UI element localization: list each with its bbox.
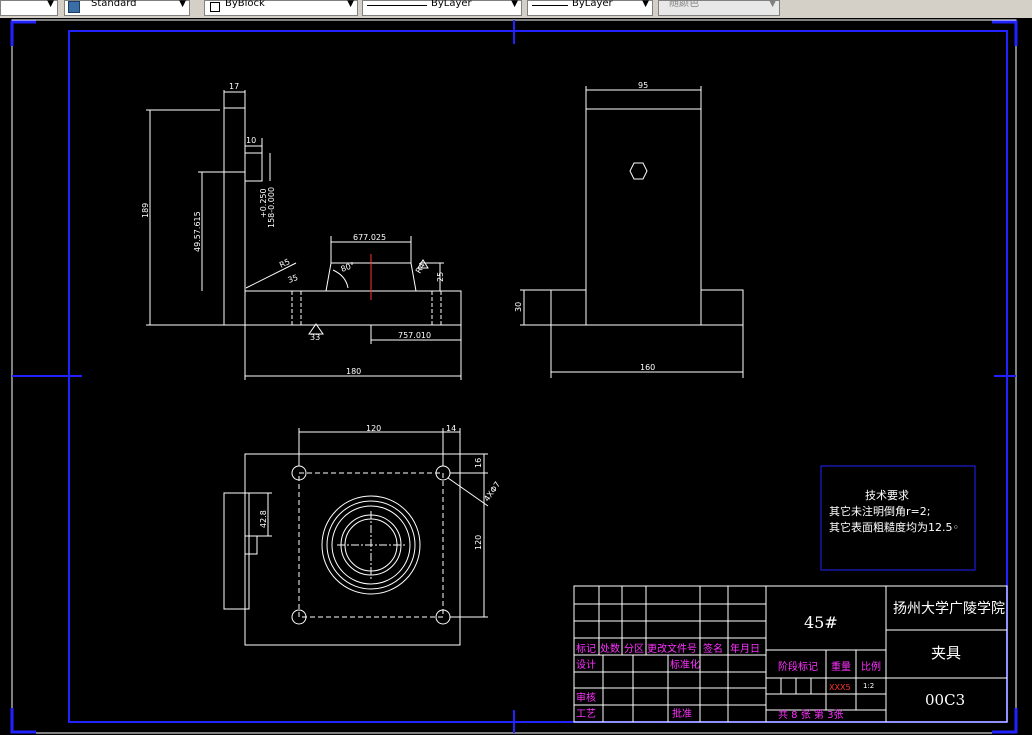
label-process: 工艺 (576, 708, 596, 720)
dim-677: 677.025 (353, 233, 386, 242)
text-style-value: Standard (91, 0, 137, 9)
color-swatch-icon (210, 2, 220, 12)
dim-35: 35 (287, 273, 300, 285)
header-date: 年月日 (730, 642, 760, 655)
dim-42-8: 42.8 (259, 510, 268, 528)
radius-r5: R5 (278, 257, 291, 270)
color-dropdown[interactable]: 随颜色 ▼ (658, 0, 780, 16)
drawing-canvas[interactable]: 17 10 189 +0.250 158-0.000 49.57.615 R5 … (0, 18, 1032, 735)
school-name: 扬州大学广陵学院 (893, 601, 1005, 617)
layer-value: ByBlock (225, 0, 265, 9)
notes-line-1: 其它未注明倒角r=2; (829, 504, 930, 518)
dim-189: 189 (141, 203, 150, 218)
sheet-frame (10, 19, 1018, 734)
dim-95: 95 (638, 81, 648, 90)
side-view-dimensions: 95 30 160 (514, 81, 655, 372)
label-weight: 重量 (831, 660, 851, 673)
material: 45# (804, 613, 838, 632)
dim-16: 16 (474, 458, 483, 468)
notes-line-2: 其它表面粗糙度均为12.5◦ (829, 520, 959, 534)
tol-lower: 158-0.000 (267, 187, 276, 228)
chevron-down-icon: ▼ (642, 0, 649, 9)
dim-17: 17 (229, 82, 239, 91)
sheet-count: 共 8 张 第 3张 (778, 708, 843, 721)
dim-33: 33 (310, 333, 320, 342)
linetype-value: ByLayer (431, 0, 472, 9)
line-preview-icon (367, 5, 427, 6)
chevron-down-icon: ▼ (347, 0, 354, 9)
weight-value: XXX5 (829, 683, 851, 692)
dim-160: 160 (640, 363, 655, 372)
lineweight-dropdown[interactable]: ByLayer ▼ (527, 0, 653, 16)
header-sign: 签名 (703, 642, 723, 655)
header-doc: 更改文件号 (647, 642, 697, 655)
header-count: 处数 (600, 642, 620, 655)
chevron-down-icon: ▼ (179, 0, 186, 9)
holes-callout: 4XΦ7 (482, 480, 502, 503)
dim-25: 25 (436, 272, 445, 282)
cad-drawing: 17 10 189 +0.250 158-0.000 49.57.615 R5 … (10, 19, 1018, 734)
line-preview-icon (532, 5, 568, 6)
drawing-number: 00C3 (925, 691, 965, 709)
label-stage: 阶段标记 (778, 660, 818, 673)
dropdown-arrow-left[interactable]: ▼ (0, 0, 58, 16)
title-block-text: 45# 扬州大学广陵学院 夹具 00C3 标记 处数 分区 更改文件号 签名 年… (576, 601, 1005, 721)
chevron-down-icon: ▼ (47, 0, 54, 9)
header-mark: 标记 (576, 643, 596, 655)
properties-toolbar: ▼ Standard ▼ ByBlock ▼ ByLayer ▼ ByLayer… (0, 0, 1032, 19)
dim-49: 49.57.615 (193, 211, 202, 252)
dim-10: 10 (246, 136, 256, 145)
chevron-down-icon: ▼ (769, 0, 776, 9)
front-view-dimensions: 17 10 189 +0.250 158-0.000 49.57.615 R5 … (141, 82, 445, 376)
dim-120-side: 120 (474, 535, 483, 550)
top-view (223, 428, 489, 646)
top-view-dimensions: 120 14 16 4XΦ7 42.8 120 (259, 424, 502, 550)
dim-30: 30 (514, 302, 523, 312)
linetype-dropdown[interactable]: ByLayer ▼ (362, 0, 522, 16)
label-scale: 比例 (861, 660, 881, 673)
label-approve: 批准 (672, 707, 692, 720)
side-view (520, 86, 744, 378)
dim-120-top: 120 (366, 424, 381, 433)
label-standard: 标准化 (670, 658, 700, 671)
notes-title: 技术要求 (865, 489, 909, 502)
dim-757: 757.010 (398, 331, 431, 340)
text-style-icon (68, 1, 80, 13)
scale-value: 1:2 (863, 682, 874, 690)
color-value: 随颜色 (669, 0, 699, 9)
part-name: 夹具 (931, 644, 961, 662)
layer-dropdown[interactable]: ByBlock ▼ (204, 0, 358, 16)
lineweight-value: ByLayer (572, 0, 613, 9)
dim-14: 14 (446, 424, 456, 433)
dim-180: 180 (346, 367, 361, 376)
header-zone: 分区 (624, 643, 644, 655)
text-style-dropdown[interactable]: Standard ▼ (64, 0, 190, 16)
chevron-down-icon: ▼ (511, 0, 518, 9)
label-review: 审核 (576, 691, 596, 704)
label-design: 设计 (576, 658, 596, 671)
technical-notes: 技术要求 其它未注明倒角r=2; 其它表面粗糙度均为12.5◦ (820, 465, 976, 571)
